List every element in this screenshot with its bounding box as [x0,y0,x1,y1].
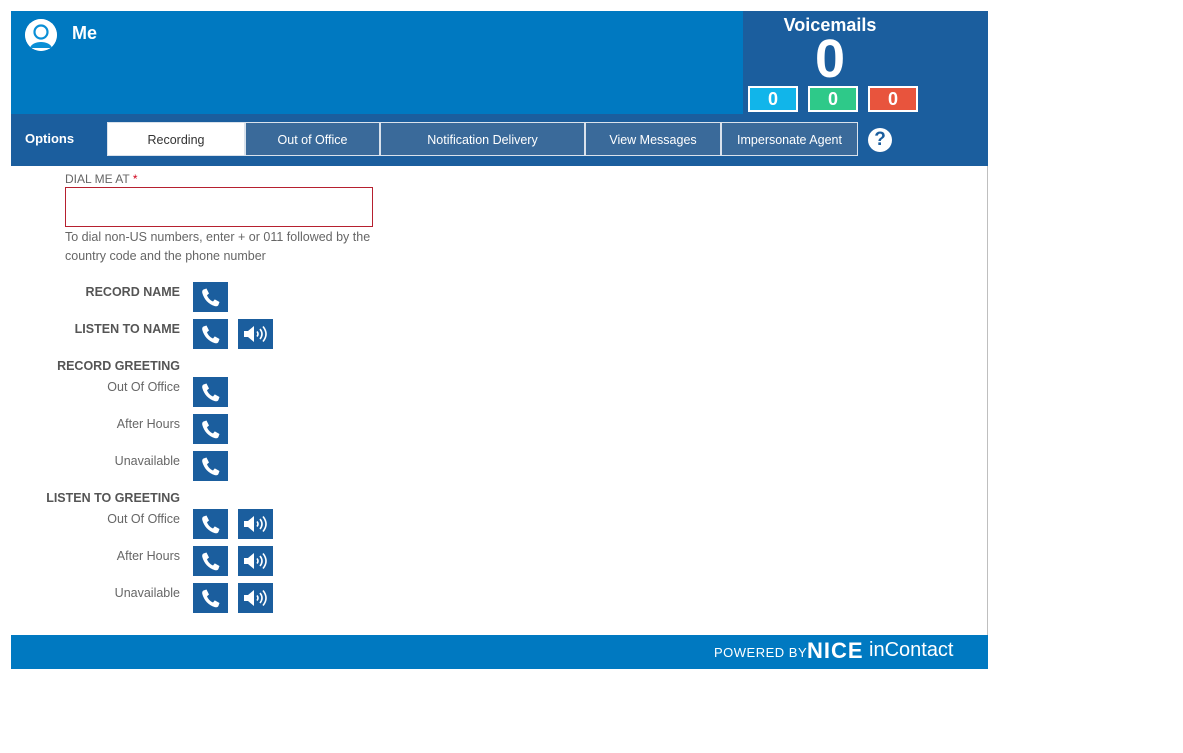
user-avatar-icon [25,19,57,51]
tab-out-of-office[interactable]: Out of Office [245,122,380,156]
listen-greeting-out-of-office-phone-button[interactable] [193,509,228,539]
phone-icon [202,325,220,344]
listen-to-name-speaker-button[interactable] [238,319,273,349]
listen-greeting-out-of-office-label: Out Of Office [107,512,180,526]
record-greeting-after-hours-label: After Hours [116,417,180,431]
powered-by-label: POWERED BY [714,645,808,660]
listen-to-greeting-label: LISTEN TO GREETING [46,491,180,505]
dial-me-at-input[interactable] [65,187,373,227]
record-greeting-out-of-office-phone-button[interactable] [193,377,228,407]
listen-greeting-after-hours-speaker-button[interactable] [238,546,273,576]
listen-to-name-label: LISTEN TO NAME [74,322,180,336]
speaker-icon [244,516,267,532]
phone-icon [202,457,220,476]
nice-logo: NICE [807,638,864,663]
record-greeting-after-hours-phone-button[interactable] [193,414,228,444]
phone-icon [202,552,220,571]
options-label: Options [25,131,75,146]
listen-greeting-after-hours-label: After Hours [116,549,180,563]
record-greeting-out-of-office-label: Out Of Office [107,380,180,394]
voicemails-total: 0 [814,29,846,89]
tab-notification-delivery[interactable]: Notification Delivery [380,122,585,156]
voicemails-panel: Voicemails 0 0 0 0 [743,11,988,114]
recording-content: DIAL ME AT * To dial non-US numbers, ent… [11,166,988,635]
listen-greeting-unavailable-speaker-button[interactable] [238,583,273,613]
user-name: Me [72,23,98,43]
record-greeting-unavailable-phone-button[interactable] [193,451,228,481]
speaker-icon [244,553,267,569]
tab-impersonate-agent[interactable]: Impersonate Agent [721,122,858,156]
record-greeting-label: RECORD GREETING [57,359,180,373]
dial-me-at-label: DIAL ME AT * [65,172,138,186]
record-name-phone-button[interactable] [193,282,228,312]
options-tabbar: Options Recording Out of Office Notifica… [11,114,988,166]
listen-greeting-unavailable-label: Unavailable [114,586,180,600]
required-mark: * [132,172,138,186]
incontact-logo: inContact [869,639,954,661]
dial-hint: To dial non-US numbers, enter + or 011 f… [65,230,371,263]
tab-recording[interactable]: Recording [107,122,245,156]
record-name-label: RECORD NAME [85,285,180,299]
phone-icon [202,515,220,534]
footer: POWERED BY NICE inContact [11,635,988,669]
phone-icon [202,420,220,439]
phone-icon [202,288,220,307]
voicemail-count-urgent[interactable]: 0 [868,86,918,112]
phone-icon [202,589,220,608]
listen-to-name-phone-button[interactable] [193,319,228,349]
voicemail-app: Me Voicemails 0 0 0 0 Options Recording … [11,11,988,669]
tab-view-messages[interactable]: View Messages [585,122,721,156]
listen-greeting-unavailable-phone-button[interactable] [193,583,228,613]
listen-greeting-out-of-office-speaker-button[interactable] [238,509,273,539]
phone-icon [202,383,220,402]
voicemail-count-saved[interactable]: 0 [808,86,858,112]
listen-greeting-after-hours-phone-button[interactable] [193,546,228,576]
voicemail-count-new[interactable]: 0 [748,86,798,112]
speaker-icon [244,590,267,606]
header: Me Voicemails 0 0 0 0 [11,11,988,114]
record-greeting-unavailable-label: Unavailable [114,454,180,468]
speaker-icon [244,326,267,342]
help-icon[interactable]: ? [868,128,892,152]
